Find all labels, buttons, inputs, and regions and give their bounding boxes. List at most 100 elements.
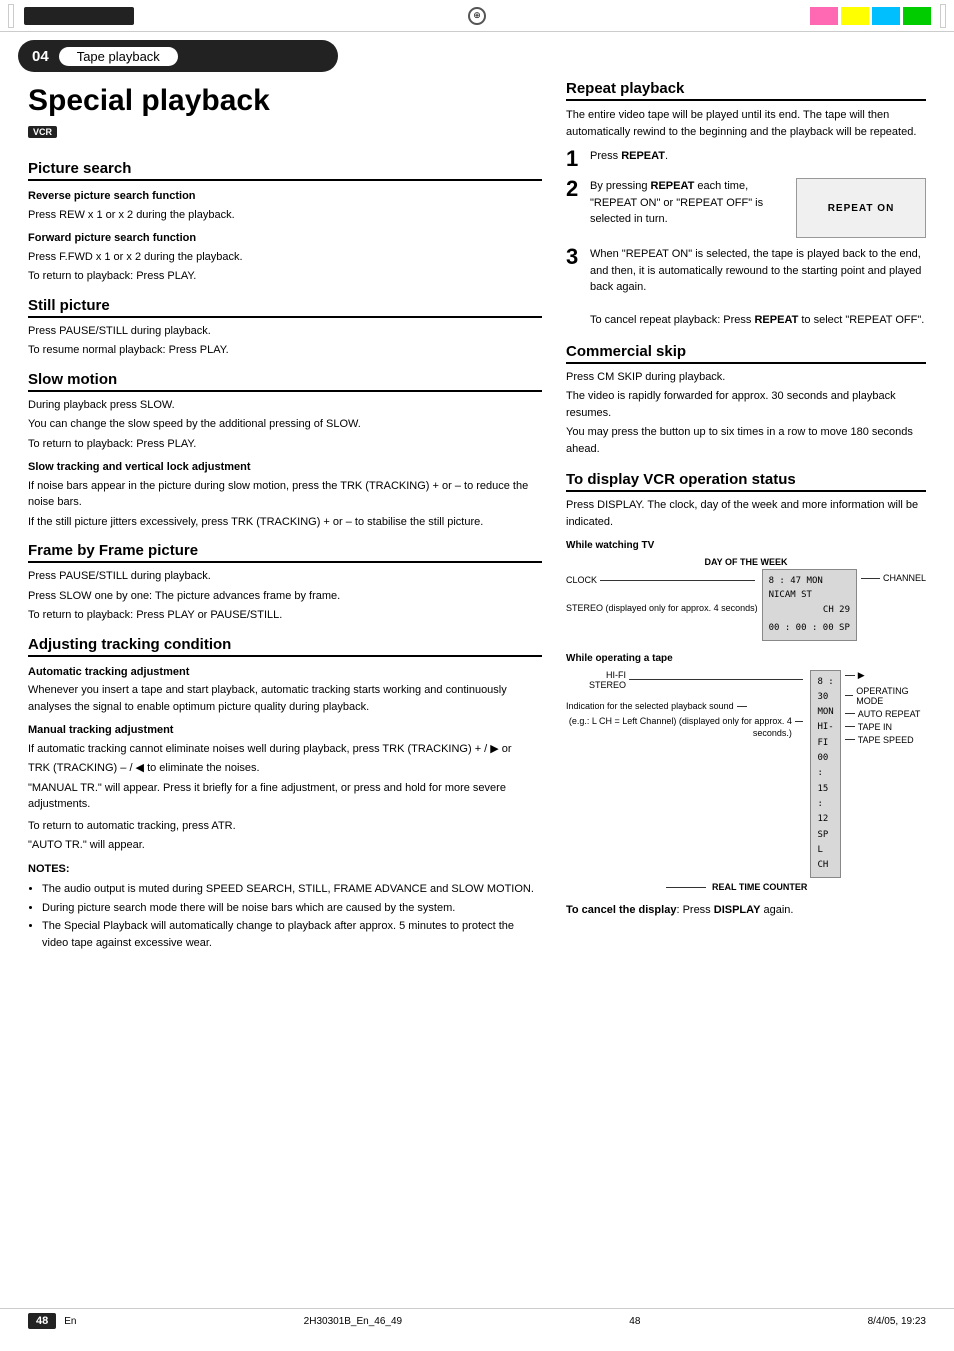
tape-speed-label: TAPE SPEED (858, 735, 914, 745)
step-2: 2 By pressing REPEAT each time, "REPEAT … (566, 178, 926, 238)
tape-in-label: TAPE IN (858, 722, 892, 732)
step-3: 3 When "REPEAT ON" is selected, the tape… (566, 246, 926, 329)
frame-text2: Press SLOW one by one: The picture advan… (28, 588, 542, 605)
section-number: 04 (32, 48, 59, 65)
vcr-badge: VCR (28, 126, 57, 138)
step-2-content: By pressing REPEAT each time, "REPEAT ON… (590, 178, 926, 238)
real-time-row: REAL TIME COUNTER (666, 882, 926, 892)
tv-ch: CH 29 (823, 603, 850, 617)
clock-label: CLOCK (566, 575, 597, 585)
vcr-status-heading: To display VCR operation status (566, 471, 926, 492)
manual-text1: If automatic tracking cannot eliminate n… (28, 741, 542, 758)
slow-text3: To return to playback: Press PLAY. (28, 436, 542, 453)
section-header-wrap: 04 Tape playback (0, 40, 954, 72)
tape-diagram-wrap: HI-FISTEREO Indication for the selected … (566, 670, 926, 893)
auto-repeat-row: AUTO REPEAT (845, 709, 926, 719)
right-column: Repeat playback The entire video tape wi… (566, 80, 926, 953)
section-header: 04 Tape playback (18, 40, 338, 72)
tape-line1: 8 : 30 MON (817, 675, 833, 721)
auto-repeat-label: AUTO REPEAT (858, 709, 921, 719)
tv-screen-content: 8 : 47 MON NICAM ST CH 29 00 : 00 : 00 S… (769, 574, 850, 636)
tracking-text2: If the still picture jitters excessively… (28, 514, 542, 531)
indication-label: Indication for the selected playback sou… (566, 701, 734, 711)
top-bar-center: ⊕ (323, 0, 630, 31)
top-decoration-bar: ⊕ (0, 0, 954, 32)
forward-text2: To return to playback: Press PLAY. (28, 268, 542, 285)
step-2-number: 2 (566, 178, 584, 238)
top-bar-left (0, 0, 323, 31)
compass-icon: ⊕ (468, 7, 486, 25)
operating-mode-row: OPERATING MODE (845, 686, 926, 706)
tv-ch-row: CH 29 (769, 603, 850, 617)
color-pink (810, 7, 838, 25)
tape-in-row: TAPE IN (845, 722, 926, 732)
tape-speed-row: TAPE SPEED (845, 735, 926, 745)
tv-line1: 8 : 47 MON (769, 574, 850, 588)
section-title: Tape playback (59, 47, 178, 66)
eg-row: (e.g.: L CH = Left Channel) (displayed o… (566, 716, 806, 739)
watching-tv-label: While watching TV (566, 538, 926, 553)
repeat-intro: The entire video tape will be played unt… (566, 107, 926, 140)
main-content: Special playback VCR Picture search Reve… (0, 80, 954, 953)
footer-left: 48 En (28, 1313, 76, 1329)
footer-lang: En (64, 1316, 76, 1327)
slow-text2: You can change the slow speed by the add… (28, 416, 542, 433)
tv-right-labels: CHANNEL (861, 569, 926, 589)
tape-screen: 8 : 30 MON HI-FI 00 : 15 : 12 SP L CH (810, 670, 840, 879)
repeat-section: Repeat playback The entire video tape wi… (566, 80, 926, 329)
tape-line3: 00 : 15 : 12 SP (817, 751, 833, 843)
cancel-text: To cancel the display: Press DISPLAY aga… (566, 902, 926, 919)
commercial-text3: You may press the button up to six times… (566, 424, 926, 457)
tracking-sub: Slow tracking and vertical lock adjustme… (28, 459, 542, 476)
frame-heading: Frame by Frame picture (28, 542, 542, 563)
slow-motion-section: Slow motion During playback press SLOW. … (28, 371, 542, 531)
step-1-text: Press REPEAT. (590, 148, 926, 170)
note-2: During picture search mode there will be… (42, 900, 542, 917)
forward-text1: Press F.FWD x 1 or x 2 during the playba… (28, 249, 542, 266)
page-number: 48 (28, 1313, 56, 1329)
picture-search-heading: Picture search (28, 160, 542, 181)
frame-text1: Press PAUSE/STILL during playback. (28, 568, 542, 585)
color-cyan (872, 7, 900, 25)
step-3-number: 3 (566, 246, 584, 329)
tape-screen-content: 8 : 30 MON HI-FI 00 : 15 : 12 SP L CH (817, 675, 833, 874)
still-picture-section: Still picture Press PAUSE/STILL during p… (28, 297, 542, 359)
tv-line2: NICAM ST (769, 588, 850, 602)
reverse-text: Press REW x 1 or x 2 during the playback… (28, 207, 542, 224)
color-green (903, 7, 931, 25)
tape-diagram: HI-FISTEREO Indication for the selected … (566, 670, 926, 879)
auto-tracking-text: Whenever you insert a tape and start pla… (28, 682, 542, 715)
footer-file: 2H30301B_En_46_49 (304, 1316, 402, 1327)
vcr-status-section: To display VCR operation status Press DI… (566, 471, 926, 919)
still-text2: To resume normal playback: Press PLAY. (28, 342, 542, 359)
tracking-text1: If noise bars appear in the picture duri… (28, 478, 542, 511)
left-column: Special playback VCR Picture search Reve… (28, 80, 542, 953)
slow-motion-heading: Slow motion (28, 371, 542, 392)
page-title: Special playback (28, 84, 542, 118)
manual-text2: TRK (TRACKING) – / ◀ to eliminate the no… (28, 760, 542, 777)
picture-search-section: Picture search Reverse picture search fu… (28, 160, 542, 285)
step-3-text: When "REPEAT ON" is selected, the tape i… (590, 246, 926, 329)
still-text1: Press PAUSE/STILL during playback. (28, 323, 542, 340)
channel-label: CHANNEL (883, 573, 926, 583)
notes-heading: NOTES: (28, 861, 542, 878)
clock-label-row: CLOCK (566, 575, 758, 585)
hifi-label: HI-FISTEREO (589, 670, 626, 690)
tracking-section: Adjusting tracking condition Automatic t… (28, 636, 542, 952)
day-of-week-label: DAY OF THE WEEK (566, 557, 926, 567)
manual-text3: "MANUAL TR." will appear. Press it brief… (28, 780, 542, 813)
step-1-number: 1 (566, 148, 584, 170)
repeat-on-box: REPEAT ON (796, 178, 926, 238)
play-icon: ▶ (858, 670, 865, 681)
note-1: The audio output is muted during SPEED S… (42, 881, 542, 898)
manual-text4: To return to automatic tracking, press A… (28, 818, 542, 835)
real-time-label: REAL TIME COUNTER (712, 882, 807, 892)
still-picture-heading: Still picture (28, 297, 542, 318)
note-3: The Special Playback will automatically … (42, 918, 542, 951)
operating-tape-label: While operating a tape (566, 651, 926, 666)
tape-line4: L CH (817, 843, 833, 874)
tv-screen: 8 : 47 MON NICAM ST CH 29 00 : 00 : 00 S… (762, 569, 857, 641)
commercial-skip-section: Commercial skip Press CM SKIP during pla… (566, 343, 926, 458)
reverse-sub: Reverse picture search function (28, 188, 542, 205)
top-bar-right (631, 0, 954, 31)
